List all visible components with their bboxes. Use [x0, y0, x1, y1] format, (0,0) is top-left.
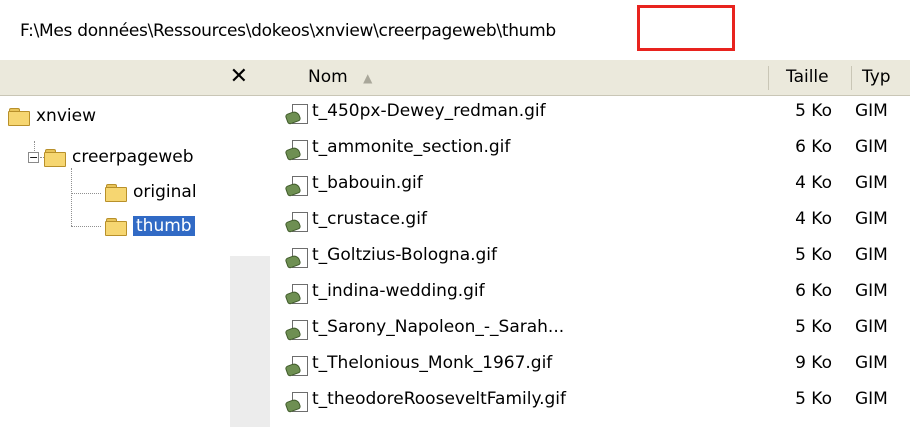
tree-background: [230, 256, 270, 427]
file-type: GIM: [855, 353, 888, 373]
file-row[interactable]: t_indina-wedding.gif 6 Ko GIM: [270, 278, 910, 308]
tree-item-xnview[interactable]: xnview: [8, 104, 96, 128]
gif-file-icon: [284, 139, 308, 162]
column-type[interactable]: Typ: [862, 60, 891, 95]
file-name: t_babouin.gif: [312, 173, 423, 193]
column-size[interactable]: Taille: [786, 60, 829, 95]
tree-connector: [71, 168, 72, 226]
tree-item-label: thumb: [133, 216, 195, 236]
tree-item-label: original: [133, 182, 197, 202]
gif-file-icon: [284, 103, 308, 126]
folders-pane-header: ✕: [0, 60, 270, 96]
tree-item-original[interactable]: original: [105, 180, 197, 204]
file-row[interactable]: t_450px-Dewey_redman.gif 5 Ko GIM: [270, 98, 910, 128]
sort-ascending-icon: ▲: [363, 71, 373, 85]
file-row[interactable]: t_Thelonious_Monk_1967.gif 9 Ko GIM: [270, 350, 910, 380]
file-size: 4 Ko: [795, 209, 832, 229]
gif-file-icon: [284, 319, 308, 342]
file-size: 5 Ko: [795, 317, 832, 337]
file-row[interactable]: t_ammonite_section.gif 6 Ko GIM: [270, 134, 910, 164]
file-row[interactable]: t_Goltzius-Bologna.gif 5 Ko GIM: [270, 242, 910, 272]
file-size: 5 Ko: [795, 101, 832, 121]
file-type: GIM: [855, 281, 888, 301]
file-size: 9 Ko: [795, 353, 832, 373]
list-header: Nom ▲ Taille Typ: [270, 60, 910, 96]
file-size: 5 Ko: [795, 389, 832, 409]
folder-icon: [105, 217, 127, 236]
file-size: 6 Ko: [795, 137, 832, 157]
gif-file-icon: [284, 355, 308, 378]
collapse-icon[interactable]: −: [28, 151, 39, 163]
file-type: GIM: [855, 137, 888, 157]
tree-item-label: xnview: [36, 106, 96, 126]
file-type: GIM: [855, 101, 888, 121]
file-name: t_theodoreRooseveltFamily.gif: [312, 389, 566, 409]
tree-item-thumb[interactable]: thumb: [105, 214, 195, 238]
folder-icon: [8, 107, 30, 126]
folder-icon: [44, 148, 66, 167]
file-name: t_450px-Dewey_redman.gif: [312, 101, 546, 121]
file-name: t_crustace.gif: [312, 209, 427, 229]
file-row[interactable]: t_crustace.gif 4 Ko GIM: [270, 206, 910, 236]
gif-file-icon: [284, 211, 308, 234]
gif-file-icon: [284, 247, 308, 270]
folder-icon: [105, 183, 127, 202]
file-type: GIM: [855, 317, 888, 337]
file-type: GIM: [855, 209, 888, 229]
column-size-label: Taille: [786, 67, 829, 87]
file-name: t_Goltzius-Bologna.gif: [312, 245, 498, 265]
column-divider[interactable]: [851, 66, 852, 90]
file-type: GIM: [855, 173, 888, 193]
gif-file-icon: [284, 283, 308, 306]
file-name: t_ammonite_section.gif: [312, 137, 511, 157]
highlight-box: [637, 5, 735, 51]
file-name: t_Thelonious_Monk_1967.gif: [312, 353, 553, 373]
column-divider[interactable]: [768, 66, 769, 90]
file-name: t_indina-wedding.gif: [312, 281, 485, 301]
file-row[interactable]: t_babouin.gif 4 Ko GIM: [270, 170, 910, 200]
tree-item-creerpageweb[interactable]: − creerpageweb: [28, 145, 193, 169]
file-row[interactable]: t_Sarony_Napoleon_-_Sarah... 5 Ko GIM: [270, 314, 910, 344]
tree-connector: [71, 193, 101, 194]
tree-item-label: creerpageweb: [72, 147, 194, 167]
column-name-label: Nom: [308, 67, 348, 87]
column-name[interactable]: Nom ▲: [308, 60, 372, 95]
address-path: F:\Mes données\Ressources\dokeos\xnview\…: [20, 21, 556, 41]
gif-file-icon: [284, 391, 308, 414]
file-size: 5 Ko: [795, 245, 832, 265]
gif-file-icon: [284, 175, 308, 198]
column-type-label: Typ: [862, 67, 891, 87]
tree-connector: [71, 226, 101, 227]
file-name: t_Sarony_Napoleon_-_Sarah...: [312, 317, 565, 337]
file-type: GIM: [855, 245, 888, 265]
file-size: 4 Ko: [795, 173, 832, 193]
close-icon[interactable]: ✕: [230, 64, 248, 90]
file-size: 6 Ko: [795, 281, 832, 301]
file-type: GIM: [855, 389, 888, 409]
file-row[interactable]: t_theodoreRooseveltFamily.gif 5 Ko GIM: [270, 386, 910, 416]
